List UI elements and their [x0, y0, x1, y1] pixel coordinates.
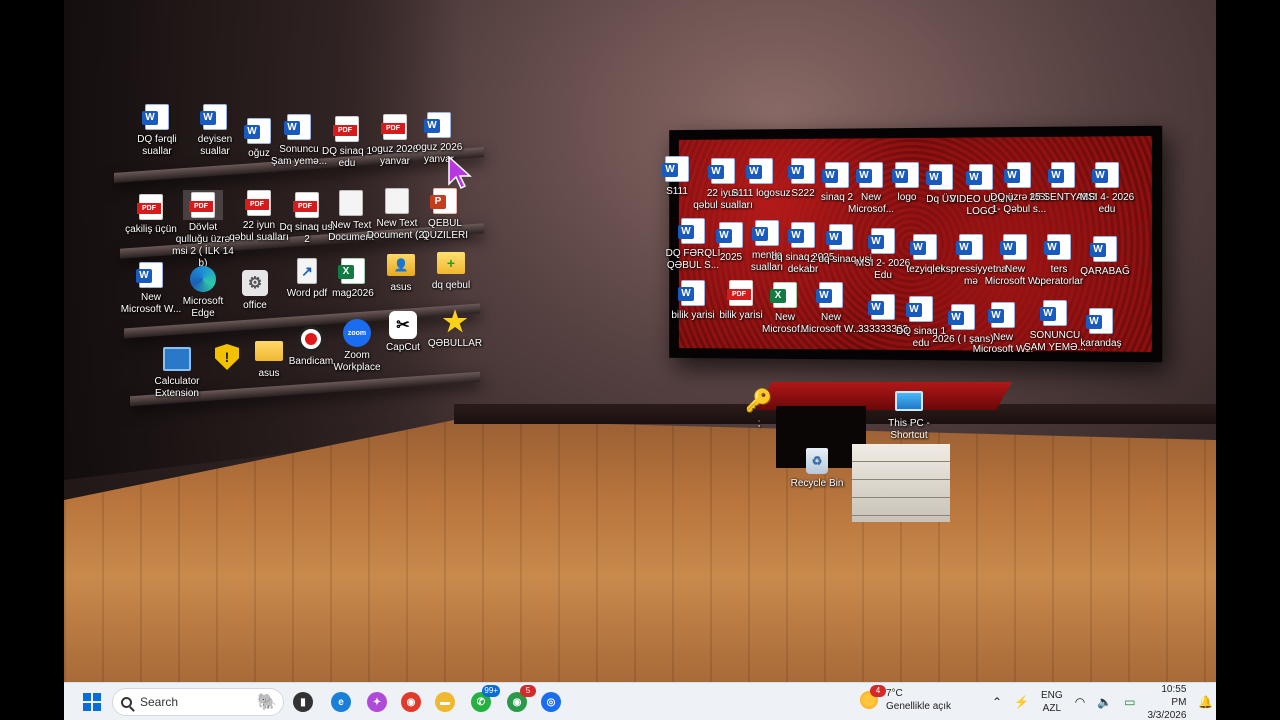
pdf-file-icon — [245, 190, 271, 216]
desktop-icon-label: asus — [390, 282, 412, 293]
desktop-icon-shelf-row4-6[interactable]: ★ QƏBULLAR — [418, 306, 492, 350]
taskbar-app-chrome-profile[interactable]: ◉ 5 — [502, 685, 536, 717]
desktop-icon-label: karandaş — [1080, 338, 1122, 349]
desktop-icon-label: DQ fərqli suallar — [137, 134, 177, 157]
desktop-icon-floor-icons-0[interactable]: 🔑; — [722, 386, 796, 430]
search-placeholder: Search — [140, 695, 179, 709]
word-file-icon — [142, 104, 169, 130]
desktop-icon-label: Recycle Bin — [790, 478, 844, 489]
search-icon — [121, 696, 132, 708]
desktop-icon-label: Calculator Extension — [154, 376, 200, 399]
key-file-icon: 🔑 — [745, 388, 773, 413]
windows-logo-icon — [83, 693, 101, 711]
desktop-icon-frame-row3-9[interactable]: karandaş — [1064, 306, 1138, 350]
taskbar-app-task-view[interactable]: ▮ — [288, 687, 318, 717]
taskbar-app-chrome[interactable]: ◉ — [396, 687, 426, 717]
weather-desc: Genellikle açık — [886, 701, 952, 712]
start-button[interactable] — [78, 687, 106, 717]
chrome-icon: ◉ — [401, 692, 421, 712]
copilot-icon: ✦ — [367, 692, 387, 712]
taskbar: Search 🐘 ▮ e ✦ ◉ ▬ ✆ 99+ ◉ 5 ◎ 4 7°C Genellikle a… — [64, 682, 1216, 720]
dq-folder-file-icon: + — [437, 252, 465, 274]
chrome-profile-badge: 5 — [520, 685, 536, 697]
capcut-file-icon: ✂ — [389, 311, 417, 339]
word-file-icon — [1090, 236, 1117, 262]
taskbar-app-copilot[interactable]: ✦ — [362, 687, 392, 717]
desktop-icon-label: MSI 4- 2026 edu — [1079, 192, 1135, 215]
ppt-file-icon — [430, 188, 457, 214]
weather-widget[interactable]: 4 7°C Genellikle açık — [860, 685, 952, 713]
system-tray: ⌃ ⚡ ENG AZL ◠ 🔈 ▭ 10:55 PM 3/3/2026 🔔 — [986, 684, 1219, 720]
pdf-file-icon — [137, 194, 163, 220]
word-file-icon — [1086, 308, 1113, 334]
pc-file-icon — [895, 391, 923, 411]
clock-date: 3/3/2026 — [1147, 709, 1187, 720]
task-view-icon: ▮ — [293, 692, 313, 712]
user-folder-file-icon: 👤 — [387, 254, 415, 276]
desktop-icon-label: asus — [258, 368, 280, 379]
wallpaper-floor — [64, 420, 1216, 682]
taskbar-search-box[interactable]: Search 🐘 — [112, 688, 284, 716]
word-file-icon — [284, 114, 311, 140]
word-file-icon — [136, 262, 163, 288]
weather-sun-icon: 4 — [860, 685, 886, 709]
taskbar-app-zoom[interactable]: ◎ — [536, 687, 566, 717]
desktop-icon-label: CapCut — [386, 342, 420, 353]
word-file-icon — [678, 280, 705, 306]
word-file-icon — [988, 302, 1015, 328]
taskbar-app-file-explorer[interactable]: ▬ — [430, 687, 460, 717]
weather-temp: 7°C — [886, 688, 903, 699]
desktop-icon-label: QARABAĞ — [1080, 266, 1130, 277]
desktop-icon-label: QEBUL QUZILERI — [421, 218, 469, 241]
recycle-file-icon: ♻ — [806, 448, 828, 474]
weather-alert-badge: 4 — [870, 685, 886, 697]
wifi-icon[interactable]: ◠ — [1075, 695, 1085, 709]
desktop-icon-shelf-row3-6[interactable]: + dq qebul — [414, 248, 488, 292]
word-file-icon — [424, 112, 451, 138]
desktop-icon-floor-icons-2[interactable]: ♻ Recycle Bin — [780, 446, 854, 490]
desktop-icon-floor-icons-1[interactable]: This PC - Shortcut — [872, 386, 946, 442]
desktop-icon-frame-row2-10[interactable]: QARABAĞ — [1068, 234, 1142, 278]
gear-file-icon: ⚙ — [242, 270, 268, 296]
word-file-icon — [1092, 162, 1119, 188]
pdf-file-icon — [189, 192, 215, 218]
taskbar-app-edge[interactable]: e — [326, 687, 356, 717]
wallpaper-drawers — [852, 444, 950, 522]
desktop-icon-label: QƏBULLAR — [427, 338, 483, 349]
language-indicator[interactable]: ENG AZL — [1041, 689, 1063, 715]
desktop-icon-label: ; — [757, 418, 761, 429]
clock-time: 10:55 PM — [1161, 683, 1187, 708]
excel-file-icon — [338, 258, 365, 284]
word-file-icon — [816, 282, 843, 308]
search-highlight-icon: 🐘 — [257, 694, 277, 711]
desktop-background[interactable]: DQ fərqli suallardeyisen suallaroğuzSonu… — [64, 0, 1216, 682]
file-explorer-icon: ▬ — [435, 692, 455, 712]
desktop-icon-label: This PC - Shortcut — [888, 418, 930, 441]
screen: DQ fərqli suallardeyisen suallaroğuzSonu… — [0, 0, 1280, 720]
shortcut-pdf-file-icon: ↗ — [297, 258, 317, 284]
desktop-icon-label: office — [243, 300, 267, 311]
battery-icon[interactable]: ▭ — [1124, 695, 1135, 709]
chevron-up-icon[interactable]: ⌃ — [992, 695, 1002, 709]
desktop-icon-label: S111 — [666, 186, 688, 197]
star-file-icon: ★ — [442, 305, 468, 337]
chart-file-icon — [163, 347, 191, 371]
whatsapp-badge: 99+ — [482, 685, 500, 697]
notifications-icon[interactable]: 🔔 — [1198, 695, 1213, 709]
taskbar-app-whatsapp[interactable]: ✆ 99+ — [466, 685, 500, 717]
txt-file-icon — [385, 188, 409, 214]
pdf-file-icon — [333, 116, 359, 142]
desktop-icon-label: dq qebul — [431, 280, 471, 291]
volume-icon[interactable]: 🔈 — [1097, 695, 1112, 709]
zoom-icon: ◎ — [541, 692, 561, 712]
edge-file-icon — [190, 266, 216, 292]
bluetooth-icon[interactable]: ⚡ — [1014, 695, 1029, 709]
desktop-icon-shelf-row2-6[interactable]: QEBUL QUZILERI — [408, 186, 482, 242]
edge-icon: e — [331, 692, 351, 712]
desktop-icon-frame-row1-11[interactable]: MSI 4- 2026 edu — [1070, 160, 1144, 216]
clock[interactable]: 10:55 PM 3/3/2026 — [1147, 683, 1186, 720]
